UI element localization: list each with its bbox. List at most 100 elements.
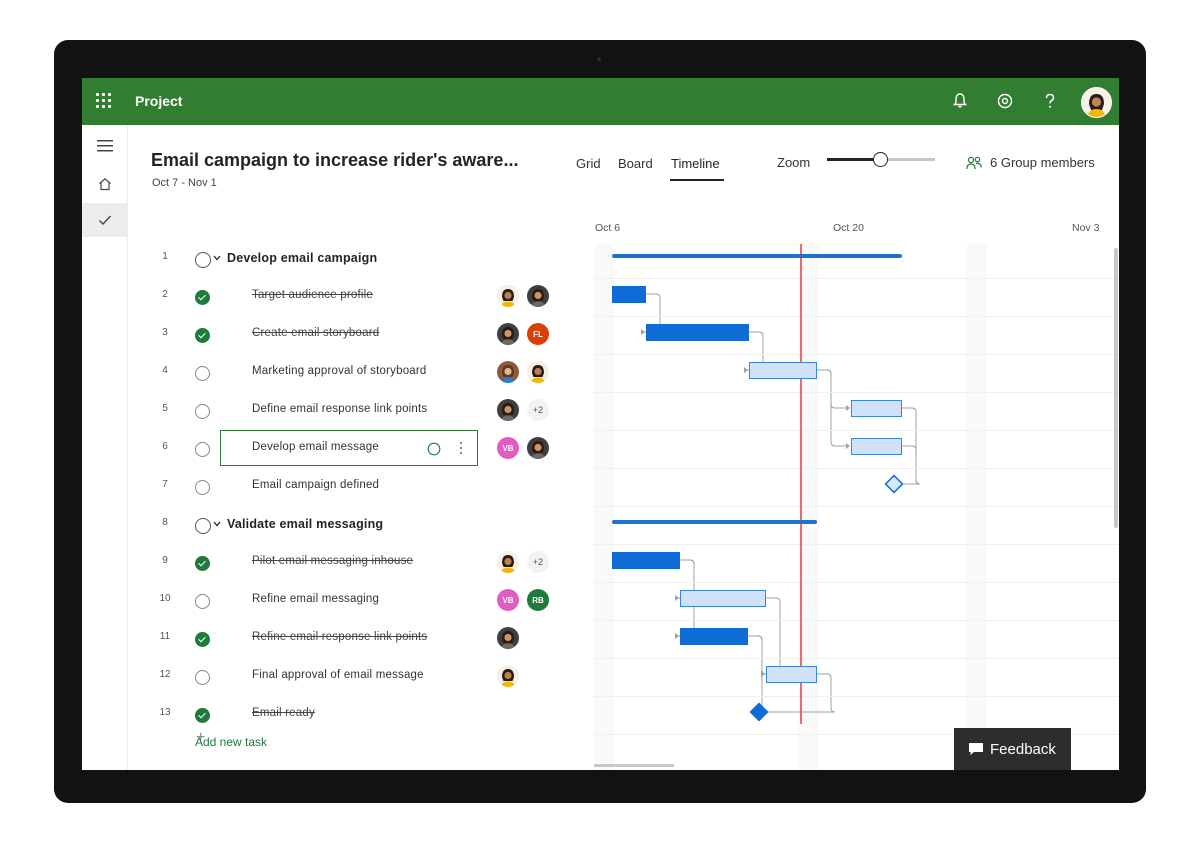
assignee-avatar[interactable]: VB — [497, 437, 519, 459]
task-group-row[interactable]: 1 Develop email campaign — [127, 240, 597, 278]
task-complete-checkbox[interactable] — [195, 480, 210, 495]
assignee-avatar[interactable] — [497, 323, 519, 345]
app-title[interactable]: Project — [135, 93, 182, 109]
more-assignees-badge[interactable]: +2 — [527, 399, 549, 421]
task-name[interactable]: Validate email messaging — [227, 517, 383, 531]
tab-grid[interactable]: Grid — [576, 156, 601, 171]
settings-icon[interactable] — [995, 91, 1015, 111]
assignees[interactable]: FL — [497, 323, 549, 345]
assignees[interactable]: +2 — [497, 551, 549, 573]
assignee-avatar[interactable] — [527, 361, 549, 383]
task-name[interactable]: Email campaign defined — [252, 479, 379, 491]
assignees[interactable] — [497, 285, 549, 307]
task-bar[interactable] — [851, 400, 902, 417]
assignee-avatar[interactable] — [497, 551, 519, 573]
feedback-button[interactable]: Feedback — [954, 728, 1071, 770]
task-row[interactable]: 3 Create email storyboard FL — [127, 316, 597, 354]
task-name[interactable]: Target audience profile — [252, 289, 373, 301]
task-complete-checkbox[interactable] — [195, 556, 210, 571]
summary-bar[interactable] — [612, 254, 902, 258]
assignees[interactable] — [497, 665, 519, 687]
more-assignees-badge[interactable]: +2 — [527, 551, 549, 573]
app-launcher-icon[interactable] — [96, 93, 112, 109]
task-name[interactable]: Create email storyboard — [252, 327, 379, 339]
task-row[interactable]: 5 Define email response link points +2 — [127, 392, 597, 430]
task-complete-checkbox[interactable] — [195, 366, 210, 381]
assignee-avatar[interactable] — [497, 665, 519, 687]
task-bar[interactable] — [851, 438, 902, 455]
task-row[interactable]: 7 Email campaign defined — [127, 468, 597, 506]
tab-timeline[interactable]: Timeline — [671, 156, 720, 171]
info-icon[interactable] — [427, 442, 441, 456]
task-complete-checkbox[interactable] — [195, 290, 210, 305]
task-row[interactable]: 9 Pilot email messaging inhouse +2 — [127, 544, 597, 582]
user-avatar[interactable] — [1081, 87, 1112, 118]
task-name[interactable]: Final approval of email message — [252, 669, 424, 681]
tab-board[interactable]: Board — [618, 156, 653, 171]
chevron-down-icon[interactable] — [213, 521, 221, 527]
task-row[interactable]: 6 Develop email message VB — [127, 430, 597, 468]
task-bar[interactable] — [612, 286, 646, 303]
task-name[interactable]: Email ready — [252, 707, 315, 719]
task-bar[interactable] — [612, 552, 680, 569]
task-bar[interactable] — [646, 324, 749, 341]
assignees[interactable] — [497, 627, 519, 649]
my-tasks-button[interactable] — [82, 203, 127, 237]
milestone-diamond[interactable] — [749, 702, 769, 722]
project-title[interactable]: Email campaign to increase rider's aware… — [151, 150, 518, 171]
help-icon[interactable] — [1040, 91, 1060, 111]
task-complete-checkbox[interactable] — [195, 252, 211, 268]
more-options-icon[interactable] — [459, 441, 463, 455]
timeline-date-label: Oct 6 — [595, 222, 621, 234]
horizontal-scrollbar[interactable] — [594, 764, 674, 767]
assignee-avatar[interactable]: FL — [527, 323, 549, 345]
assignees[interactable]: VB RB — [497, 589, 549, 611]
task-name[interactable]: Develop email campaign — [227, 251, 377, 265]
assignee-avatar[interactable] — [497, 285, 519, 307]
assignees[interactable]: VB — [497, 437, 549, 459]
task-row[interactable]: 10 Refine email messaging VB RB — [127, 582, 597, 620]
group-members-button[interactable]: 6 Group members — [966, 155, 1095, 170]
assignee-avatar[interactable] — [497, 361, 519, 383]
task-row[interactable]: 4 Marketing approval of storyboard — [127, 354, 597, 392]
task-complete-checkbox[interactable] — [195, 442, 210, 457]
assignee-avatar[interactable]: RB — [527, 589, 549, 611]
task-bar[interactable] — [680, 590, 766, 607]
summary-bar[interactable] — [612, 520, 817, 524]
assignee-avatar[interactable]: VB — [497, 589, 519, 611]
task-complete-checkbox[interactable] — [195, 670, 210, 685]
task-name[interactable]: Pilot email messaging inhouse — [252, 555, 413, 567]
task-name[interactable]: Define email response link points — [252, 403, 427, 415]
task-name[interactable]: Marketing approval of storyboard — [252, 365, 427, 377]
task-group-row[interactable]: 8 Validate email messaging — [127, 506, 597, 544]
assignees[interactable]: +2 — [497, 399, 549, 421]
chevron-down-icon[interactable] — [213, 255, 221, 261]
task-complete-checkbox[interactable] — [195, 594, 210, 609]
assignee-avatar[interactable] — [497, 399, 519, 421]
task-name[interactable]: Refine email response link points — [252, 631, 427, 643]
task-name[interactable]: Develop email message — [252, 441, 379, 453]
assignee-avatar[interactable] — [527, 285, 549, 307]
menu-toggle-button[interactable] — [82, 129, 127, 163]
task-row[interactable]: 2 Target audience profile — [127, 278, 597, 316]
milestone-diamond[interactable] — [884, 474, 904, 494]
task-complete-checkbox[interactable] — [195, 328, 210, 343]
task-complete-checkbox[interactable] — [195, 632, 210, 647]
zoom-slider-thumb[interactable] — [873, 152, 888, 167]
task-complete-checkbox[interactable] — [195, 518, 211, 534]
assignee-avatar[interactable] — [497, 627, 519, 649]
add-new-task-button[interactable]: Add new task — [195, 735, 267, 749]
vertical-scrollbar[interactable] — [1114, 248, 1118, 528]
task-complete-checkbox[interactable] — [195, 708, 210, 723]
home-button[interactable] — [82, 167, 127, 201]
task-bar[interactable] — [680, 628, 748, 645]
task-bar[interactable] — [749, 362, 817, 379]
assignees[interactable] — [497, 361, 549, 383]
task-name[interactable]: Refine email messaging — [252, 593, 379, 605]
task-row[interactable]: 11 Refine email response link points — [127, 620, 597, 658]
task-bar[interactable] — [766, 666, 817, 683]
task-row[interactable]: 12 Final approval of email message — [127, 658, 597, 696]
bell-icon[interactable] — [950, 91, 970, 111]
assignee-avatar[interactable] — [527, 437, 549, 459]
task-complete-checkbox[interactable] — [195, 404, 210, 419]
